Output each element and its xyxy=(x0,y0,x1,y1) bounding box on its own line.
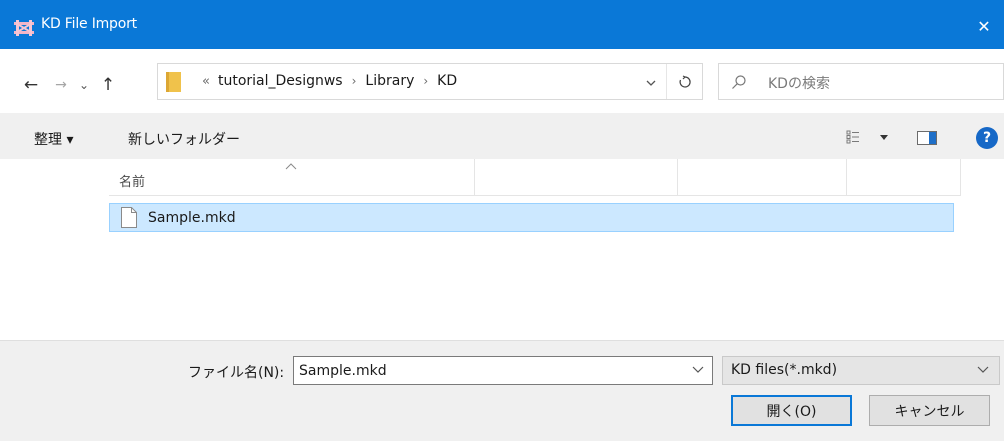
filename-input[interactable]: Sample.mkd xyxy=(299,363,387,379)
forward-button[interactable]: → xyxy=(50,74,72,96)
chevron-down-icon[interactable] xyxy=(692,366,704,374)
close-icon: ✕ xyxy=(977,16,991,36)
sort-ascending-icon xyxy=(285,163,297,170)
up-button[interactable]: ↑ xyxy=(97,74,119,96)
new-folder-button[interactable]: 新しいフォルダー xyxy=(128,129,240,149)
file-name: Sample.mkd xyxy=(148,210,236,226)
breadcrumb-separator[interactable]: › xyxy=(423,74,428,88)
refresh-button[interactable] xyxy=(666,64,702,99)
chevron-down-icon xyxy=(977,366,989,373)
close-button[interactable]: ✕ xyxy=(964,6,1004,46)
filename-label: ファイル名(N): xyxy=(188,365,285,381)
breadcrumb-separator[interactable]: › xyxy=(352,74,357,88)
back-arrow-icon: ← xyxy=(23,75,39,95)
open-button-label: 開く(O) xyxy=(766,403,817,420)
column-divider[interactable] xyxy=(960,159,961,195)
column-divider[interactable] xyxy=(846,159,847,195)
organize-button[interactable]: 整理 ▾ xyxy=(34,129,73,149)
refresh-icon xyxy=(678,74,691,88)
recent-locations-button[interactable]: ⌄ xyxy=(76,74,92,96)
address-row: ← → ⌄ ↑ « tutorial_Designws › Library › KD xyxy=(0,49,1004,113)
file-list: 名前 Sample.mkd xyxy=(0,159,1004,340)
open-button[interactable]: 開く(O) xyxy=(731,395,852,426)
folder-icon xyxy=(166,72,181,92)
column-divider[interactable] xyxy=(677,159,678,195)
command-bar: 整理 ▾ 新しいフォルダー ? xyxy=(0,113,1004,159)
chevron-down-icon: ⌄ xyxy=(78,78,90,92)
change-view-icon[interactable] xyxy=(846,130,898,144)
breadcrumb-library[interactable]: Library xyxy=(365,73,414,89)
search-icon xyxy=(732,75,746,89)
dialog-footer: ファイル名(N): Sample.mkd KD files(*.mkd) 開く(… xyxy=(0,340,1004,441)
help-button[interactable]: ? xyxy=(976,127,998,149)
forward-arrow-icon: → xyxy=(55,77,67,93)
app-icon xyxy=(14,20,34,36)
file-row[interactable]: Sample.mkd xyxy=(109,203,954,232)
breadcrumb-kd[interactable]: KD xyxy=(437,73,457,89)
search-box[interactable]: KDの検索 xyxy=(718,63,1004,100)
filename-combobox[interactable]: Sample.mkd xyxy=(293,356,713,385)
column-divider[interactable] xyxy=(474,159,475,195)
window-title: KD File Import xyxy=(41,16,137,32)
filetype-select[interactable]: KD files(*.mkd) xyxy=(722,356,1000,385)
column-name[interactable]: 名前 xyxy=(119,171,145,190)
document-icon xyxy=(121,207,137,228)
filetype-value: KD files(*.mkd) xyxy=(731,362,838,378)
cancel-button-label: キャンセル xyxy=(894,403,965,420)
back-button[interactable]: ← xyxy=(20,74,42,96)
address-dropdown-icon[interactable] xyxy=(644,76,658,90)
up-arrow-icon: ↑ xyxy=(100,75,116,95)
breadcrumb: « tutorial_Designws › Library › KD xyxy=(202,73,457,89)
column-header: 名前 xyxy=(109,159,961,196)
overflow-icon[interactable]: « xyxy=(202,74,210,89)
help-icon: ? xyxy=(982,130,992,146)
title-bar: KD File Import ✕ xyxy=(0,0,1004,49)
preview-pane-icon[interactable] xyxy=(917,131,937,145)
cancel-button[interactable]: キャンセル xyxy=(869,395,990,426)
breadcrumb-tutorial-designws[interactable]: tutorial_Designws xyxy=(218,73,343,89)
search-input[interactable]: KDの検索 xyxy=(768,73,830,93)
address-bar[interactable]: « tutorial_Designws › Library › KD xyxy=(157,63,703,100)
